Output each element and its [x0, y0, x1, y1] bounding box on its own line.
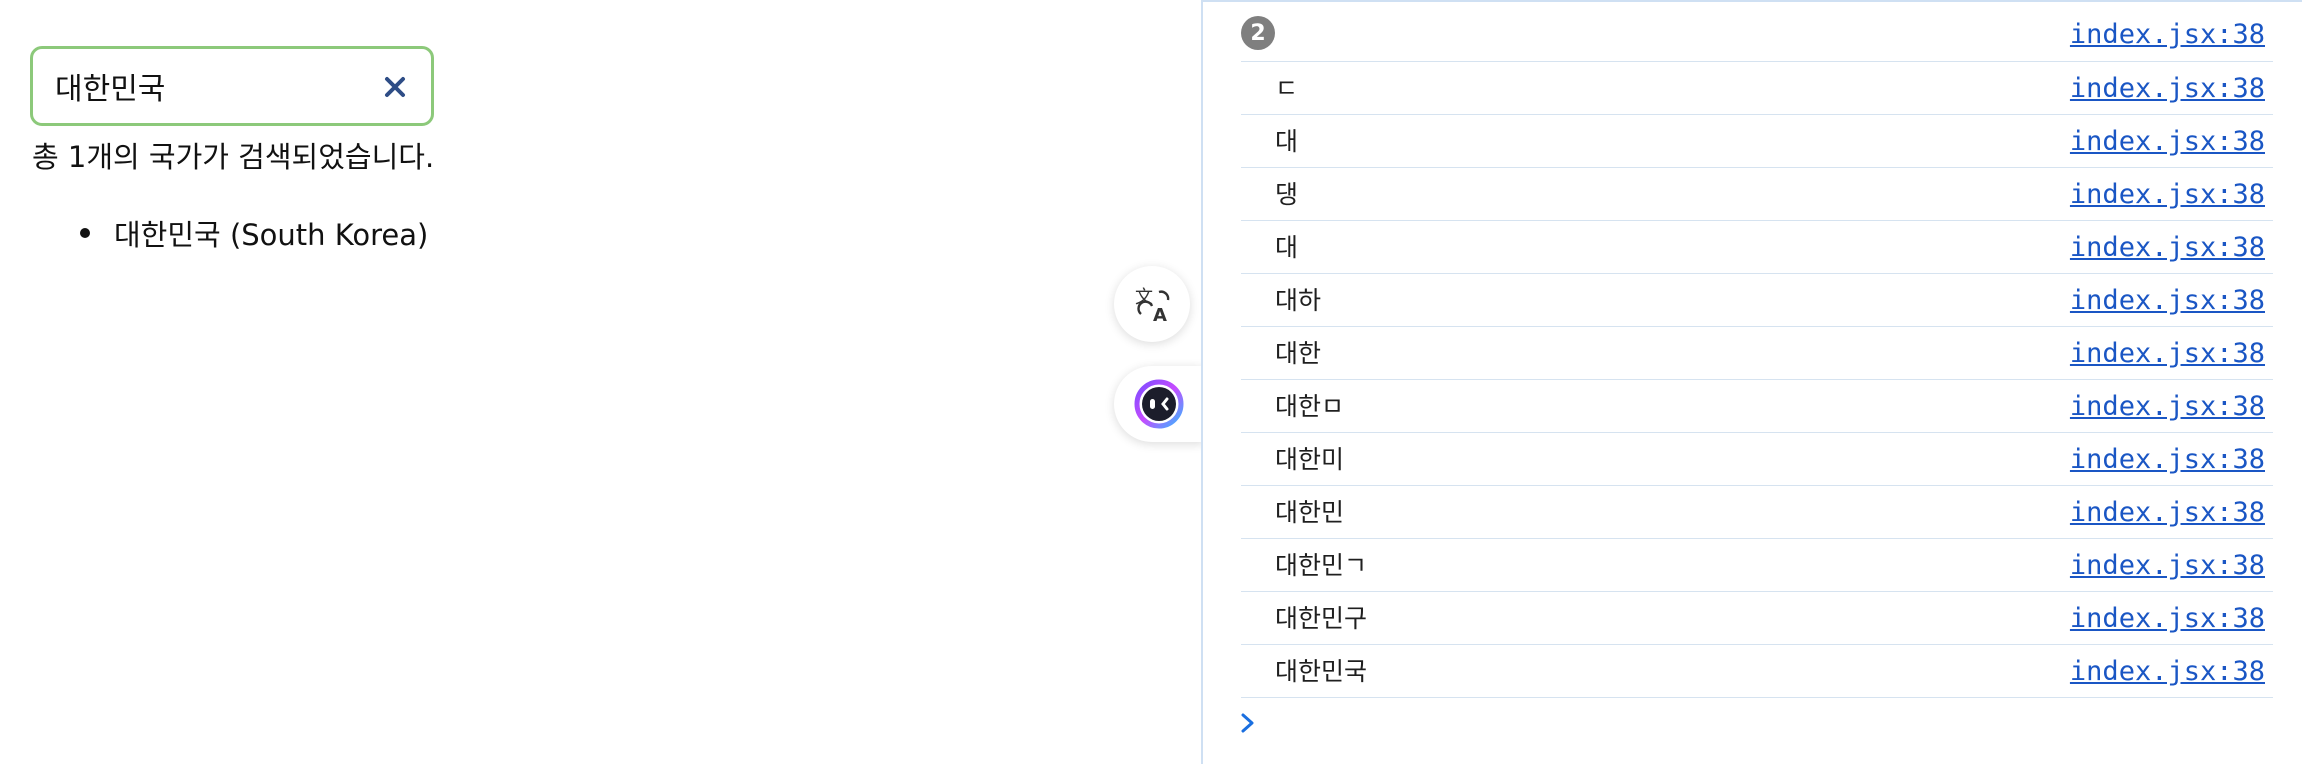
console-message: 댕	[1275, 180, 1299, 209]
console-message: 대한미	[1275, 445, 1345, 474]
source-link[interactable]: index.jsx:38	[2070, 645, 2265, 698]
source-link[interactable]: index.jsx:38	[2070, 486, 2265, 539]
console-message: 대	[1275, 233, 1299, 262]
bullet-icon	[80, 228, 90, 238]
repeat-count-badge: 2	[1241, 16, 1275, 50]
console-row: 대한미 index.jsx:38	[1241, 433, 2273, 486]
result-list: 대한민국 (South Korea)	[80, 212, 428, 254]
console-row: 대한민ㄱ index.jsx:38	[1241, 539, 2273, 592]
console-message: 대한민ㄱ	[1275, 551, 1368, 580]
console-row: 대한민구 index.jsx:38	[1241, 592, 2273, 645]
app-panel: 총 1개의 국가가 검색되었습니다. 대한민국 (South Korea) 文 …	[0, 0, 1204, 764]
console-row: 2 index.jsx:38	[1241, 2, 2273, 62]
source-link[interactable]: index.jsx:38	[2070, 274, 2265, 327]
console-row: 대한민 index.jsx:38	[1241, 486, 2273, 539]
assistant-button[interactable]	[1114, 366, 1204, 442]
console-message: 대한민	[1275, 498, 1345, 527]
console-message: 대한	[1275, 339, 1322, 368]
console-message: 대한ㅁ	[1275, 392, 1345, 421]
assistant-icon	[1134, 379, 1184, 429]
console-row: 대하 index.jsx:38	[1241, 274, 2273, 327]
source-link[interactable]: index.jsx:38	[2070, 115, 2265, 168]
console-row: 대 index.jsx:38	[1241, 221, 2273, 274]
console-message: 대한민구	[1275, 604, 1368, 633]
console-row: 대한 index.jsx:38	[1241, 327, 2273, 380]
console-row: 대한ㅁ index.jsx:38	[1241, 380, 2273, 433]
console-row: 대한민국 index.jsx:38	[1241, 645, 2273, 698]
source-link[interactable]: index.jsx:38	[2070, 433, 2265, 486]
result-label: 대한민국 (South Korea)	[114, 218, 429, 252]
source-link[interactable]: index.jsx:38	[2070, 592, 2265, 645]
console-row: ㄷ index.jsx:38	[1241, 62, 2273, 115]
translate-icon: 文 A	[1135, 287, 1170, 324]
console-message: ㄷ	[1275, 74, 1299, 103]
source-link[interactable]: index.jsx:38	[2070, 327, 2265, 380]
console-prompt[interactable]	[1233, 708, 1263, 738]
close-icon	[385, 77, 405, 97]
source-link[interactable]: index.jsx:38	[2070, 380, 2265, 433]
source-link[interactable]: index.jsx:38	[2070, 168, 2265, 221]
svg-text:A: A	[1153, 305, 1167, 324]
source-link[interactable]: index.jsx:38	[2070, 539, 2265, 592]
source-link[interactable]: index.jsx:38	[2070, 62, 2265, 115]
chevron-right-icon	[1241, 713, 1254, 733]
console-message: 대	[1275, 127, 1299, 156]
console-message: 대한민국	[1275, 657, 1368, 686]
source-link[interactable]: index.jsx:38	[2070, 2, 2265, 68]
source-link[interactable]: index.jsx:38	[2070, 221, 2265, 274]
page: 총 1개의 국가가 검색되었습니다. 대한민국 (South Korea) 文 …	[0, 0, 2302, 764]
console-row: 대 index.jsx:38	[1241, 115, 2273, 168]
search-box	[30, 46, 434, 126]
console-log-list: 2 index.jsx:38 ㄷ index.jsx:38 대 index.js…	[1203, 2, 2273, 698]
search-input[interactable]	[55, 63, 375, 109]
clear-button[interactable]	[379, 71, 411, 103]
result-count: 총 1개의 국가가 검색되었습니다.	[32, 140, 435, 174]
translate-button[interactable]: 文 A	[1114, 266, 1190, 342]
console-row: 댕 index.jsx:38	[1241, 168, 2273, 221]
console-panel: 2 index.jsx:38 ㄷ index.jsx:38 대 index.js…	[1201, 0, 2302, 764]
list-item: 대한민국 (South Korea)	[80, 212, 428, 254]
console-message: 대하	[1275, 286, 1322, 315]
